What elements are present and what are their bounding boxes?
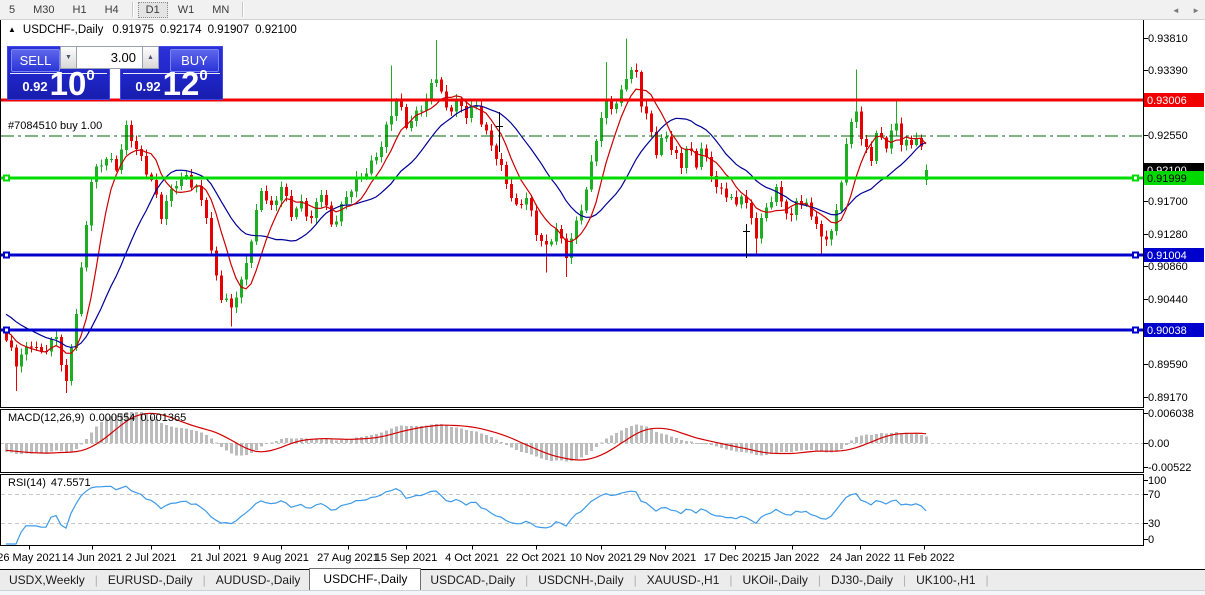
svg-text:4 Oct 2021: 4 Oct 2021 — [445, 552, 499, 564]
one-click-trading-panel: SELL 0.92 10 0 BUY 0.92 12 0 ▼ ▲ — [7, 44, 223, 100]
sell-price-prefix: 0.92 — [22, 79, 48, 94]
timeframe-h4[interactable]: H4 — [97, 2, 127, 18]
svg-text:17 Dec 2021: 17 Dec 2021 — [704, 552, 766, 564]
svg-text:0.90860: 0.90860 — [1148, 261, 1188, 273]
svg-text:0.93006: 0.93006 — [1147, 95, 1187, 107]
svg-text:27 Aug 2021: 27 Aug 2021 — [317, 552, 379, 564]
volume-increase-button[interactable]: ▲ — [142, 46, 159, 69]
chart-title: ▲ USDCHF-,Daily 0.91975 0.92174 0.91907 0.921… — [8, 24, 303, 36]
svg-text:0.90038: 0.90038 — [1147, 325, 1187, 337]
ohlc-open: 0.91975 — [112, 24, 154, 36]
volume-control: ▼ ▲ — [60, 46, 159, 69]
tab-uk100-h1[interactable]: UK100-,H1 — [907, 571, 984, 589]
svg-text:0.006038: 0.006038 — [1148, 408, 1194, 420]
tab-audusd-daily[interactable]: AUDUSD-,Daily — [207, 571, 310, 589]
sell-price-pips: 10 — [49, 65, 87, 102]
chart-symbol-label: USDCHF-,Daily — [22, 24, 104, 36]
svg-text:29 Nov 2021: 29 Nov 2021 — [634, 552, 696, 564]
macd-name: MACD(12,26,9) — [8, 412, 85, 424]
price-badge-green: 0.91999 — [1144, 171, 1204, 185]
svg-text:100: 100 — [1148, 475, 1166, 487]
svg-text:26 May 2021: 26 May 2021 — [0, 552, 61, 564]
buy-price-point: 0 — [199, 67, 208, 84]
ohlc-high: 0.92174 — [160, 24, 202, 36]
svg-text:30: 30 — [1148, 518, 1160, 530]
svg-text:0.93810: 0.93810 — [1148, 33, 1188, 45]
tab-separator: | — [985, 573, 989, 587]
svg-text:5 Jan 2022: 5 Jan 2022 — [765, 552, 819, 564]
trading-platform-window: 5 M30 H1 H4 D1 W1 MN 0.93810 0.93390 0.93006 0.92… — [0, 0, 1205, 595]
status-bar — [0, 590, 1205, 595]
tab-xauusd-h1[interactable]: XAUUSD-,H1 — [638, 571, 729, 589]
svg-text:0.91999: 0.91999 — [1147, 173, 1187, 185]
macd-indicator-label: MACD(12,26,9) 0.000554 0.001365 — [8, 412, 186, 424]
tab-ukoil-daily[interactable]: UKOil-,Daily — [734, 571, 817, 589]
timeframe-m30[interactable]: M30 — [25, 2, 62, 18]
ohlc-low: 0.91907 — [207, 24, 250, 36]
sell-price-point: 0 — [86, 67, 95, 84]
timeframe-mn[interactable]: MN — [204, 2, 237, 18]
sell-price: 0.92 10 0 — [8, 67, 109, 100]
macd-main-value: 0.000554 — [89, 412, 136, 424]
price-badge-blue: 0.90038 — [1144, 323, 1204, 337]
svg-text:0.89590: 0.89590 — [1148, 359, 1188, 371]
tab-dj30-daily[interactable]: DJ30-,Daily — [822, 571, 902, 589]
volume-decrease-button[interactable]: ▼ — [60, 46, 77, 69]
svg-text:0.00: 0.00 — [1148, 438, 1169, 450]
timeframe-5[interactable]: 5 — [1, 2, 23, 18]
toolbar-divider — [131, 2, 133, 17]
tab-usdcad-daily[interactable]: USDCAD-,Daily — [421, 571, 524, 589]
svg-text:9 Aug 2021: 9 Aug 2021 — [253, 552, 309, 564]
volume-input[interactable] — [77, 46, 142, 69]
svg-text:0.91280: 0.91280 — [1148, 229, 1188, 241]
tab-scroll-controls: ◄ ► — [1162, 6, 1200, 15]
svg-text:14 Jun 2021: 14 Jun 2021 — [62, 552, 123, 564]
chart-tab-bar: USDX,Weekly | EURUSD-,Daily | AUDUSD-,Daily U… — [0, 567, 1205, 591]
price-badge-red: 0.93006 — [1144, 93, 1204, 107]
svg-text:10 Nov 2021: 10 Nov 2021 — [570, 552, 632, 564]
svg-text:0: 0 — [1148, 534, 1154, 546]
svg-text:0.91700: 0.91700 — [1148, 196, 1188, 208]
svg-text:21 Jul 2021: 21 Jul 2021 — [191, 552, 248, 564]
price-badge-blue: 0.91004 — [1144, 248, 1204, 262]
svg-text:15 Sep 2021: 15 Sep 2021 — [375, 552, 437, 564]
tab-scroll-left-icon[interactable]: ◄ — [1172, 6, 1180, 15]
svg-text:70: 70 — [1148, 489, 1160, 501]
rsi-value: 47.5571 — [50, 477, 91, 489]
svg-text:0.90440: 0.90440 — [1148, 294, 1188, 306]
tab-usdx-weekly[interactable]: USDX,Weekly — [0, 571, 94, 589]
svg-text:24 Jan 2022: 24 Jan 2022 — [830, 552, 891, 564]
svg-text:-0.00522: -0.00522 — [1148, 462, 1191, 474]
ohlc-close: 0.92100 — [255, 24, 297, 36]
svg-text:2 Jul 2021: 2 Jul 2021 — [126, 552, 177, 564]
svg-text:0.93390: 0.93390 — [1148, 65, 1188, 77]
svg-text:22 Oct 2021: 22 Oct 2021 — [506, 552, 566, 564]
tab-usdchf-daily[interactable]: USDCHF-,Daily — [309, 567, 422, 591]
buy-price: 0.92 12 0 — [121, 67, 222, 100]
svg-text:11 Feb 2022: 11 Feb 2022 — [894, 552, 955, 564]
tab-eurusd-daily[interactable]: EURUSD-,Daily — [99, 571, 202, 589]
rsi-name: RSI(14) — [8, 477, 46, 489]
tab-scroll-right-icon[interactable]: ► — [1192, 6, 1200, 15]
toolbar-divider — [242, 2, 244, 17]
timeframe-h1[interactable]: H1 — [65, 2, 95, 18]
timeframe-d1[interactable]: D1 — [137, 1, 168, 18]
tab-usdcnh-daily[interactable]: USDCNH-,Daily — [529, 571, 632, 589]
timeframe-w1[interactable]: W1 — [170, 2, 203, 18]
buy-price-prefix: 0.92 — [135, 79, 161, 94]
open-position-label: #7084510 buy 1.00 — [8, 120, 103, 132]
rsi-indicator-label: RSI(14) 47.5571 — [8, 477, 91, 489]
timeframe-bar: 5 M30 H1 H4 D1 W1 MN — [0, 0, 1205, 20]
svg-text:0.92550: 0.92550 — [1148, 130, 1188, 142]
macd-signal-value: 0.001365 — [140, 412, 187, 424]
buy-price-pips: 12 — [162, 65, 200, 102]
svg-text:0.89170: 0.89170 — [1148, 392, 1188, 404]
collapse-panel-icon[interactable]: ▲ — [8, 25, 16, 34]
